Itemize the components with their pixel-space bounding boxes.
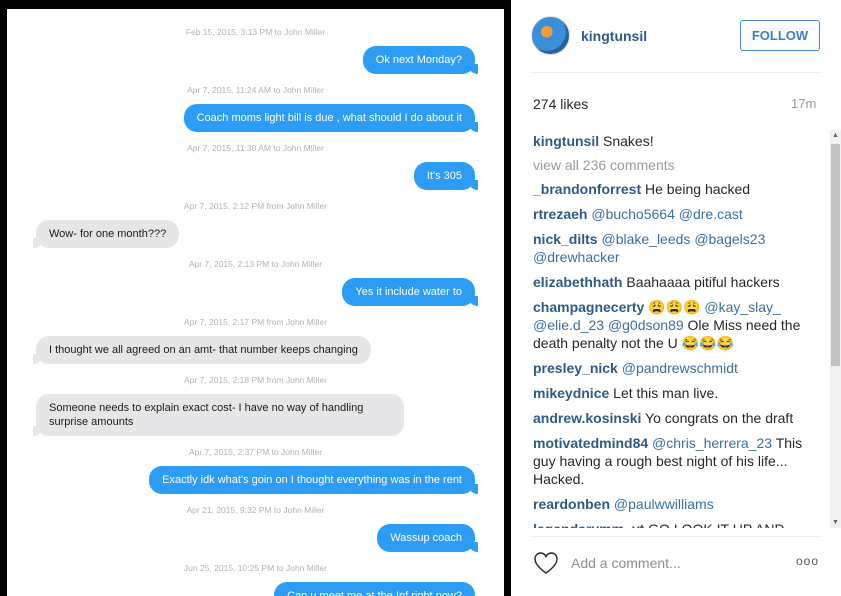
heart-icon[interactable] <box>533 551 559 575</box>
mention-link[interactable]: @pandrewschmidt <box>622 360 738 376</box>
comment: andrew.kosinski Yo congrats on the draft <box>533 409 813 427</box>
comment: presley_nick @pandrewschmidt <box>533 359 813 377</box>
comment: motivatedmind84 @chris_herrera_23 This g… <box>533 434 813 488</box>
message-text: Ok next Monday? <box>375 54 462 66</box>
comment: nick_dilts @blake_leeds @bagels23 @drewh… <box>533 230 813 266</box>
comment: rtrezaeh @bucho5664 @dre.cast <box>533 205 813 223</box>
imessage-screenshot: Feb 15, 2015, 3:13 PM to John Miller Ok n… <box>7 9 504 596</box>
comment-username[interactable]: nick_dilts <box>533 231 598 247</box>
mention-link[interactable]: @elie.d_23 <box>533 317 604 333</box>
post-image: Feb 15, 2015, 3:13 PM to John Miller Ok n… <box>0 0 511 596</box>
add-comment-input[interactable]: Add a comment... <box>571 555 681 571</box>
message-text: Wow- for one month??? <box>49 228 167 240</box>
mention-link[interactable]: @bucho5664 <box>591 206 675 222</box>
comment: legendarymm_yt GO LOOK IT UP AND <box>533 520 813 528</box>
message-text: Coach moms light bill is due , what shou… <box>196 112 462 124</box>
received-message-bubble: Someone needs to explain exact cost- I h… <box>33 394 404 436</box>
mention-link[interactable]: @g0dson89 <box>608 317 684 333</box>
message-text: I thought we all agreed on an amt- that … <box>49 344 358 356</box>
sent-message-bubble: Ok next Monday? <box>362 46 479 74</box>
time-ago[interactable]: 17m <box>791 96 816 111</box>
sent-message-bubble: Can u meet me at the Inf right now? <box>274 582 475 596</box>
sent-message-bubble: Coach moms light bill is due , what shou… <box>183 104 479 132</box>
message-timestamp: Apr 7, 2015, 2:12 PM from John Miller <box>183 201 328 211</box>
comment: elizabethhath Baahaaaa pitiful hackers <box>533 273 813 291</box>
sent-message-bubble: Wassup coach <box>377 524 478 552</box>
comment-username[interactable]: motivatedmind84 <box>533 435 648 451</box>
caption-text: Snakes! <box>603 133 654 149</box>
more-options-icon[interactable]: ooo <box>796 554 819 568</box>
message-timestamp: Apr 7, 2015, 2:37 PM to John Miller <box>188 447 323 457</box>
post-username[interactable]: kingtunsil <box>581 28 647 44</box>
comment-text: Baahaaaa pitiful hackers <box>626 274 780 290</box>
comment-username[interactable]: elizabethhath <box>533 274 622 290</box>
comment: mikeydnice Let this man live. <box>533 384 813 402</box>
message-text: It's 305 <box>426 170 462 182</box>
message-text: Can u meet me at the Inf right now? <box>287 590 462 596</box>
received-message-bubble: Wow- for one month??? <box>32 220 180 248</box>
message-timestamp: Apr 21, 2015, 9:32 PM to John Miller <box>186 505 325 515</box>
likes-count[interactable]: 274 likes <box>533 96 588 112</box>
scroll-thumb[interactable] <box>831 144 840 366</box>
comment: champagnecerty 😩😩😩 @kay_slay_ @elie.d_23… <box>533 298 813 352</box>
message-text: Someone needs to explain exact cost- I h… <box>49 402 364 428</box>
view-all-comments-link[interactable]: view all 236 comments <box>533 157 813 173</box>
comments-scrollbar[interactable]: ▲ ▼ <box>830 130 841 528</box>
message-text: Wassup coach <box>390 532 462 544</box>
scroll-down-arrow-icon[interactable]: ▼ <box>830 519 841 526</box>
comments-list: kingtunsil Snakes! view all 236 comments… <box>533 132 813 528</box>
mention-link[interactable]: @dre.cast <box>679 206 743 222</box>
sent-message-bubble: Yes it include water to <box>342 278 478 306</box>
message-timestamp: Apr 7, 2015, 2:18 PM from John Miller <box>183 375 328 385</box>
post-sidebar: kingtunsil FOLLOW 274 likes 17m kingtuns… <box>511 0 841 596</box>
sent-message-bubble: Exactly idk what's goin on I thought eve… <box>149 466 478 494</box>
message-timestamp: Apr 7, 2015, 2:17 PM from John Miller <box>183 317 328 327</box>
divider <box>531 536 821 537</box>
comment-username[interactable]: rtrezaeh <box>533 206 587 222</box>
mention-link[interactable]: @paulwwilliams <box>614 496 714 512</box>
message-text: Exactly idk what's goin on I thought eve… <box>162 474 462 486</box>
sent-message-bubble: It's 305 <box>413 162 479 190</box>
mention-link[interactable]: @blake_leeds <box>601 231 690 247</box>
mention-link[interactable]: @drewhacker <box>533 249 620 265</box>
message-text: Yes it include water to <box>355 286 462 298</box>
caption: kingtunsil Snakes! <box>533 132 813 150</box>
comment-username[interactable]: reardonben <box>533 496 610 512</box>
comment-text: GO LOOK IT UP AND <box>648 521 784 528</box>
message-timestamp: Apr 7, 2015, 2:13 PM to John Miller <box>188 259 323 269</box>
comment-text: He being hacked <box>645 181 751 197</box>
message-timestamp: Apr 7, 2015, 11:30 AM to John Miller <box>187 143 324 153</box>
comment-rows: _brandonforrest He being hacked rtrezaeh … <box>533 180 813 528</box>
comment-username[interactable]: legendarymm_yt <box>533 521 644 528</box>
divider <box>531 72 821 73</box>
mention-link[interactable]: @kay_slay_ <box>704 299 780 315</box>
comment-username[interactable]: _brandonforrest <box>533 181 641 197</box>
comment-text: 😩😩😩 <box>648 299 705 315</box>
mention-link[interactable]: @bagels23 <box>694 231 765 247</box>
post-header: kingtunsil FOLLOW <box>511 0 841 72</box>
message-timestamp: Feb 15, 2015, 3:13 PM to John Miller <box>185 27 326 37</box>
comment-username[interactable]: andrew.kosinski <box>533 410 641 426</box>
received-message-bubble: I thought we all agreed on an amt- that … <box>33 336 371 364</box>
avatar[interactable] <box>531 16 570 55</box>
comment: _brandonforrest He being hacked <box>533 180 813 198</box>
comment: reardonben @paulwwilliams <box>533 495 813 513</box>
comment-username[interactable]: presley_nick <box>533 360 618 376</box>
comment-username[interactable]: champagnecerty <box>533 299 644 315</box>
follow-button[interactable]: FOLLOW <box>740 20 820 51</box>
message-timestamp: Jun 25, 2015, 10:25 PM to John Miller <box>183 563 328 573</box>
mention-link[interactable]: @chris_herrera_23 <box>652 435 772 451</box>
comment-text: Yo congrats on the draft <box>645 410 794 426</box>
message-timestamp: Apr 7, 2015, 11:24 AM to John Miller <box>187 85 324 95</box>
scroll-up-arrow-icon[interactable]: ▲ <box>830 132 841 139</box>
comment-username[interactable]: mikeydnice <box>533 385 609 401</box>
caption-username[interactable]: kingtunsil <box>533 133 599 149</box>
comment-text: Let this man live. <box>613 385 719 401</box>
